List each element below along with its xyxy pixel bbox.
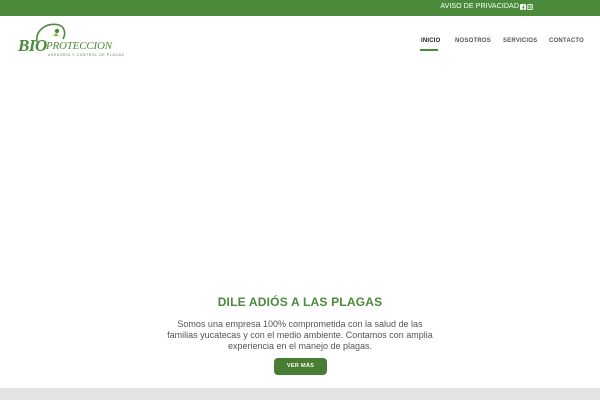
instagram-icon[interactable] bbox=[527, 4, 533, 10]
top-bar: AVISO DE PRIVACIDAD bbox=[0, 0, 600, 16]
ver-mas-button[interactable]: VER MÁS bbox=[274, 358, 327, 375]
hero-title: DILE ADIÓS A LAS PLAGAS bbox=[217, 295, 383, 309]
site-header: BIO PROTECCION ASESORIA Y CONTROL DE PLA… bbox=[0, 16, 600, 70]
main-nav: INICIO NOSOTROS SERVICIOS CONTACTO bbox=[0, 38, 600, 50]
nav-item-servicios[interactable]: SERVICIOS bbox=[503, 38, 537, 44]
hero-description: Somos una empresa 100% comprometida con … bbox=[167, 319, 433, 351]
nav-item-nosotros[interactable]: NOSOTROS bbox=[455, 38, 491, 44]
brand-tagline: ASESORIA Y CONTROL DE PLAGAS bbox=[48, 53, 125, 57]
nav-active-indicator bbox=[420, 49, 438, 51]
nav-item-inicio[interactable]: INICIO bbox=[421, 38, 441, 44]
privacy-link[interactable]: AVISO DE PRIVACIDAD bbox=[440, 3, 519, 10]
nav-item-contacto[interactable]: CONTACTO bbox=[549, 38, 584, 44]
footer-strip bbox=[0, 388, 600, 400]
facebook-icon[interactable] bbox=[520, 4, 526, 10]
